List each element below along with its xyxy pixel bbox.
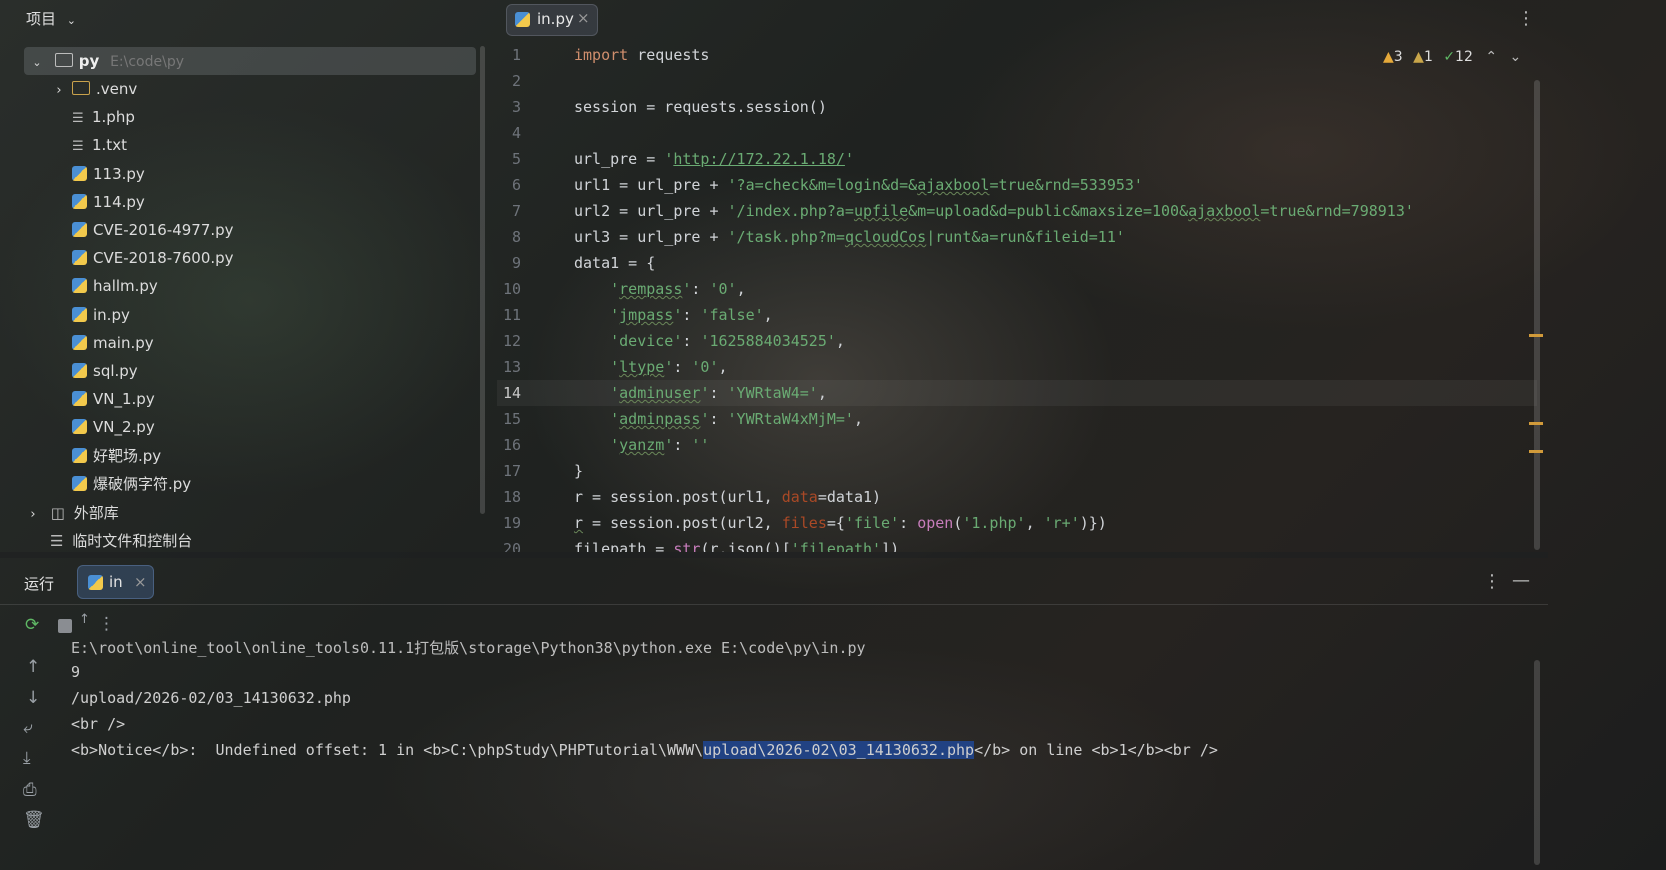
- console-notice-line: <b>Notice</b>: Undefined offset: 1 in <b…: [71, 741, 1218, 759]
- more-options-icon[interactable]: ⋮: [1483, 571, 1501, 592]
- console-scrollbar[interactable]: [1534, 660, 1540, 865]
- more-options-icon[interactable]: ⋮: [1517, 8, 1535, 29]
- run-pane-title: 运行: [24, 575, 55, 593]
- console-line: /upload/2026-02/03_14130632.php: [71, 689, 351, 707]
- code-area[interactable]: import requests session = requests.sessi…: [0, 42, 1530, 552]
- python-icon: [515, 12, 530, 27]
- console-line: 9: [71, 663, 81, 681]
- console-line: <br />: [71, 715, 126, 733]
- tab-label: in.py: [537, 10, 574, 28]
- more-options-icon[interactable]: ⋮: [98, 614, 115, 634]
- pane-divider[interactable]: [0, 552, 1548, 558]
- run-tab-label: in: [109, 573, 123, 591]
- divider: [0, 604, 1548, 605]
- close-icon[interactable]: ×: [577, 9, 590, 27]
- rerun-icon[interactable]: ⟳: [25, 615, 39, 635]
- warning-stripe[interactable]: [1529, 334, 1543, 337]
- warning-stripe[interactable]: [1529, 450, 1543, 453]
- close-icon[interactable]: ×: [134, 573, 147, 591]
- chevron-down-icon: ⌄: [66, 14, 77, 27]
- warning-stripe[interactable]: [1529, 422, 1543, 425]
- console-output[interactable]: E:\root\online_tool\online_tools0.11.1打包…: [0, 635, 1530, 870]
- editor-scrollbar[interactable]: [1534, 80, 1540, 550]
- project-pane-title[interactable]: 项目 ⌄: [26, 8, 76, 29]
- selected-text[interactable]: upload\2026-02\03_14130632.php: [703, 741, 975, 759]
- pin-icon[interactable]: ↑: [79, 612, 90, 627]
- minimize-icon[interactable]: —: [1512, 570, 1530, 591]
- console-line: E:\root\online_tool\online_tools0.11.1打包…: [71, 639, 866, 657]
- stop-icon[interactable]: [58, 619, 72, 633]
- python-icon: [88, 575, 103, 590]
